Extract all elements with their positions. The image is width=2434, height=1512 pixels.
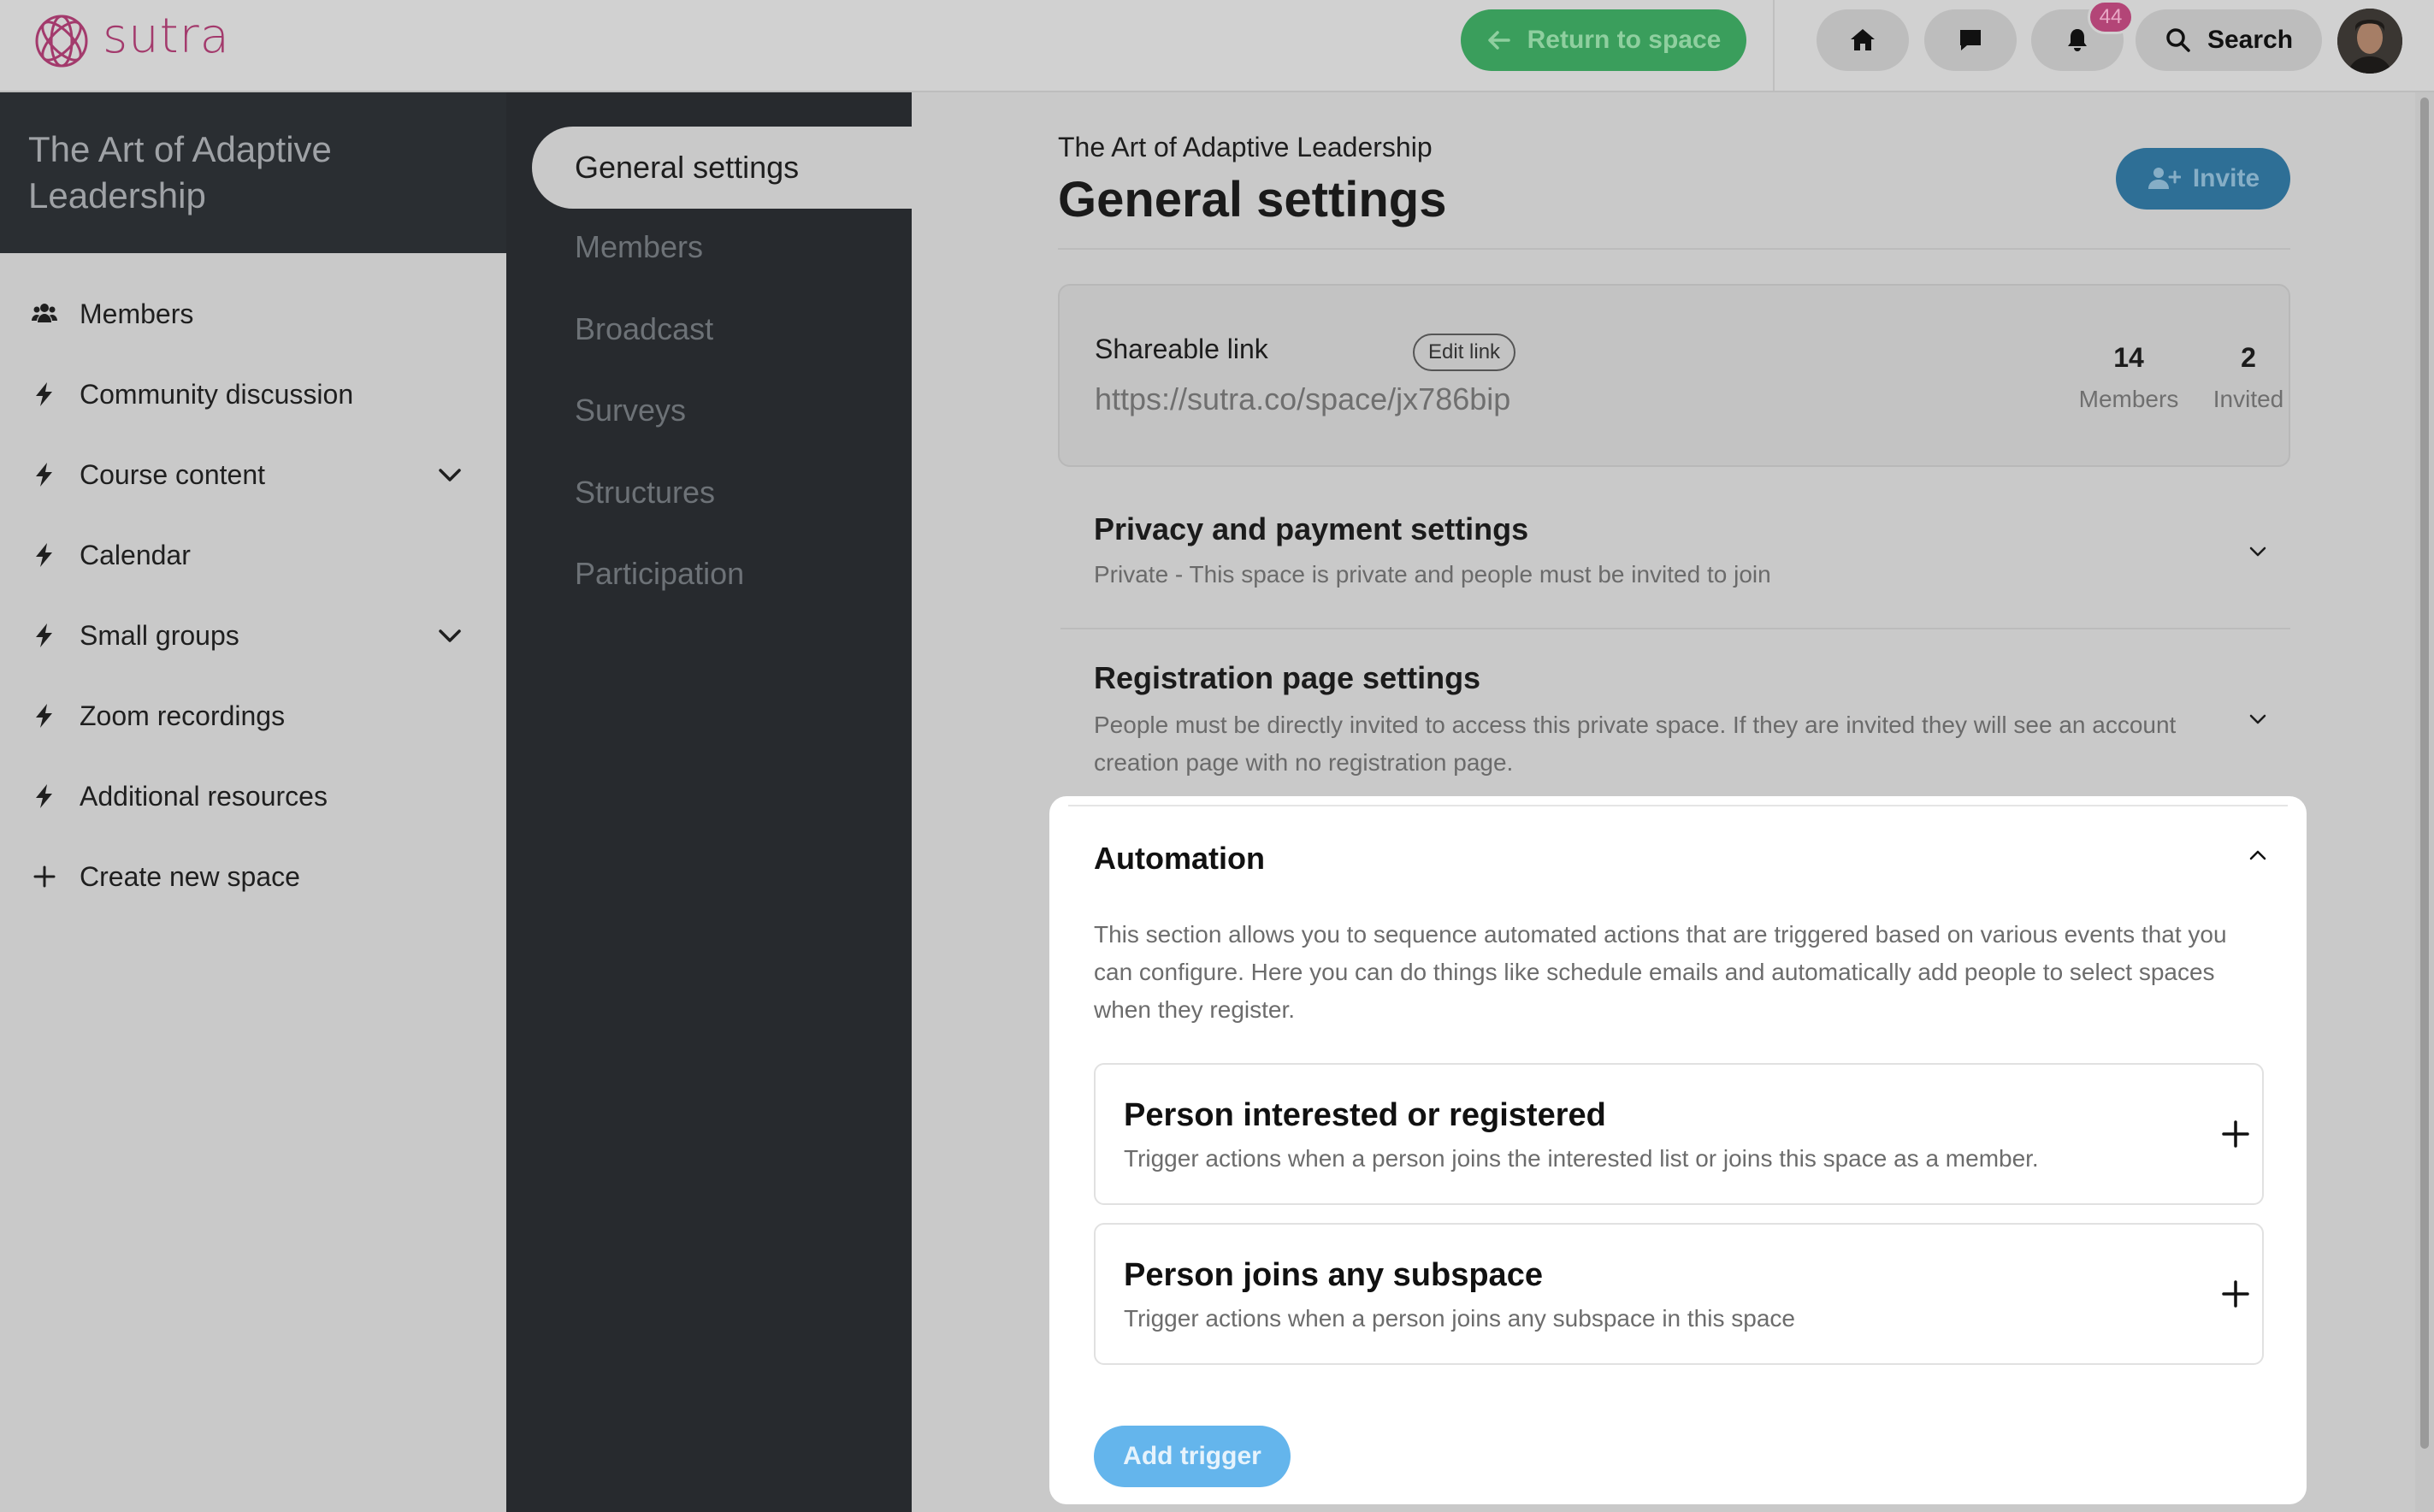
add-trigger-button[interactable]: Add trigger xyxy=(1094,1426,1291,1487)
settings-tab-structures[interactable]: Structures xyxy=(575,475,715,511)
settings-tab-general[interactable]: General settings xyxy=(532,127,912,209)
bolt-icon xyxy=(28,539,61,571)
messages-button[interactable] xyxy=(1924,9,2017,71)
plus-icon[interactable] xyxy=(2221,1119,2250,1149)
chevron-up-icon[interactable] xyxy=(2247,844,2269,866)
settings-tab-members[interactable]: Members xyxy=(575,229,703,265)
automation-desc: This section allows you to sequence auto… xyxy=(1094,921,2227,1023)
scrollbar-thumb[interactable] xyxy=(2420,97,2429,1449)
automation-section: Automation This section allows you to se… xyxy=(1049,796,2307,1504)
sidebar-item-zoom-recordings[interactable]: Zoom recordings xyxy=(0,676,506,756)
settings-tab-surveys[interactable]: Surveys xyxy=(575,393,686,428)
chat-icon xyxy=(1960,30,1981,50)
shareable-link-label: Shareable link xyxy=(1095,334,1268,364)
sidebar-item-small-groups[interactable]: Small groups xyxy=(0,595,506,676)
sidebar-item-label: Calendar xyxy=(80,539,191,570)
trigger-desc: Trigger actions when a person joins any … xyxy=(1124,1305,1795,1332)
search-button[interactable]: Search xyxy=(2136,9,2322,71)
user-avatar[interactable] xyxy=(2337,9,2402,74)
invited-stat[interactable]: 2 Invited xyxy=(2201,342,2295,413)
bolt-icon xyxy=(28,458,61,491)
search-label: Search xyxy=(2207,26,2294,54)
automation-title: Automation xyxy=(1094,841,1265,876)
chevron-down-icon[interactable] xyxy=(434,621,465,652)
sidebar-item-course-content[interactable]: Course content xyxy=(0,434,506,515)
members-count: 14 xyxy=(2113,342,2144,373)
space-header[interactable]: The Art of Adaptive Leadership xyxy=(0,92,506,253)
trigger-desc: Trigger actions when a person joins the … xyxy=(1124,1145,2039,1172)
shareable-link-card: Shareable link Edit link https://sutra.c… xyxy=(1058,284,2290,467)
bolt-icon xyxy=(28,619,61,652)
sidebar-item-label: Small groups xyxy=(80,619,239,651)
chevron-down-icon[interactable] xyxy=(434,460,465,491)
registration-section-title: Registration page settings xyxy=(1094,660,1481,695)
sidebar-item-community-discussion[interactable]: Community discussion xyxy=(0,354,506,434)
registration-section-desc: People must be directly invited to acces… xyxy=(1094,712,2177,776)
divider xyxy=(1068,805,2288,806)
members-stat-label: Members xyxy=(2078,386,2179,412)
chevron-down-icon[interactable] xyxy=(2247,708,2269,730)
settings-tab-label: General settings xyxy=(575,150,800,185)
bolt-icon xyxy=(28,378,61,410)
invite-label: Invite xyxy=(2192,164,2260,192)
settings-tab-broadcast[interactable]: Broadcast xyxy=(575,311,713,347)
top-bar: sutra Return to space 44 Search xyxy=(0,0,2434,92)
sidebar-item-label: Community discussion xyxy=(80,378,354,410)
sidebar-item-create-new-space[interactable]: Create new space xyxy=(0,836,506,917)
return-to-space-label: Return to space xyxy=(1527,26,1722,54)
sidebar-item-label: Additional resources xyxy=(80,780,328,812)
sidebar-item-label: Zoom recordings xyxy=(80,700,286,731)
shareable-link-url[interactable]: https://sutra.co/space/jx786bip xyxy=(1095,381,1510,417)
avatar-image xyxy=(2337,9,2402,74)
sutra-logo[interactable]: sutra xyxy=(32,8,230,70)
trigger-card-interested-registered[interactable]: Person interested or registered Trigger … xyxy=(1094,1063,2264,1205)
sidebar-item-calendar[interactable]: Calendar xyxy=(0,515,506,595)
space-title: The Art of Adaptive Leadership xyxy=(28,129,332,216)
chevron-down-icon[interactable] xyxy=(2247,540,2269,563)
search-icon xyxy=(2166,28,2190,52)
bolt-icon xyxy=(28,700,61,732)
settings-tab-participation[interactable]: Participation xyxy=(575,556,744,592)
settings-navigation: General settings Members Broadcast Surve… xyxy=(506,92,912,1512)
trigger-card-joins-subspace[interactable]: Person joins any subspace Trigger action… xyxy=(1094,1223,2264,1365)
sidebar-item-members[interactable]: Members xyxy=(0,274,506,354)
invited-stat-label: Invited xyxy=(2212,386,2284,412)
arrow-left-icon xyxy=(1487,31,1510,50)
topbar-divider xyxy=(1773,0,1775,91)
sutra-logo-icon xyxy=(35,15,88,68)
members-icon xyxy=(28,298,61,330)
members-stat[interactable]: 14 Members xyxy=(2065,342,2193,413)
sidebar-item-label: Create new space xyxy=(80,860,300,892)
edit-link-button[interactable]: Edit link xyxy=(1413,334,1516,371)
sidebar-item-label: Members xyxy=(80,298,194,329)
sidebar-item-additional-resources[interactable]: Additional resources xyxy=(0,756,506,836)
page-title: General settings xyxy=(1058,172,1447,227)
plus-icon[interactable] xyxy=(2221,1279,2250,1308)
divider xyxy=(1060,628,2290,629)
privacy-section-title: Privacy and payment settings xyxy=(1094,511,1529,546)
brand-name: sutra xyxy=(103,8,230,64)
home-button[interactable] xyxy=(1817,9,1909,71)
notification-count-badge: 44 xyxy=(2088,0,2134,34)
space-navigation: Members Community discussion Course cont… xyxy=(0,274,506,917)
invite-button[interactable]: Invite xyxy=(2116,148,2290,210)
bolt-icon xyxy=(28,780,61,812)
add-user-icon xyxy=(2147,168,2181,189)
sidebar-item-label: Course content xyxy=(80,458,266,490)
trigger-title: Person joins any subspace xyxy=(1124,1257,1543,1293)
breadcrumb[interactable]: The Art of Adaptive Leadership xyxy=(1058,132,1433,163)
trigger-title: Person interested or registered xyxy=(1124,1097,1606,1133)
plus-icon xyxy=(28,860,61,893)
divider xyxy=(1058,248,2290,250)
privacy-section-desc: Private - This space is private and peop… xyxy=(1094,561,1771,588)
return-to-space-button[interactable]: Return to space xyxy=(1461,9,1746,71)
bell-icon xyxy=(2068,29,2087,51)
home-icon xyxy=(1851,29,1875,50)
invited-count: 2 xyxy=(2241,342,2256,373)
